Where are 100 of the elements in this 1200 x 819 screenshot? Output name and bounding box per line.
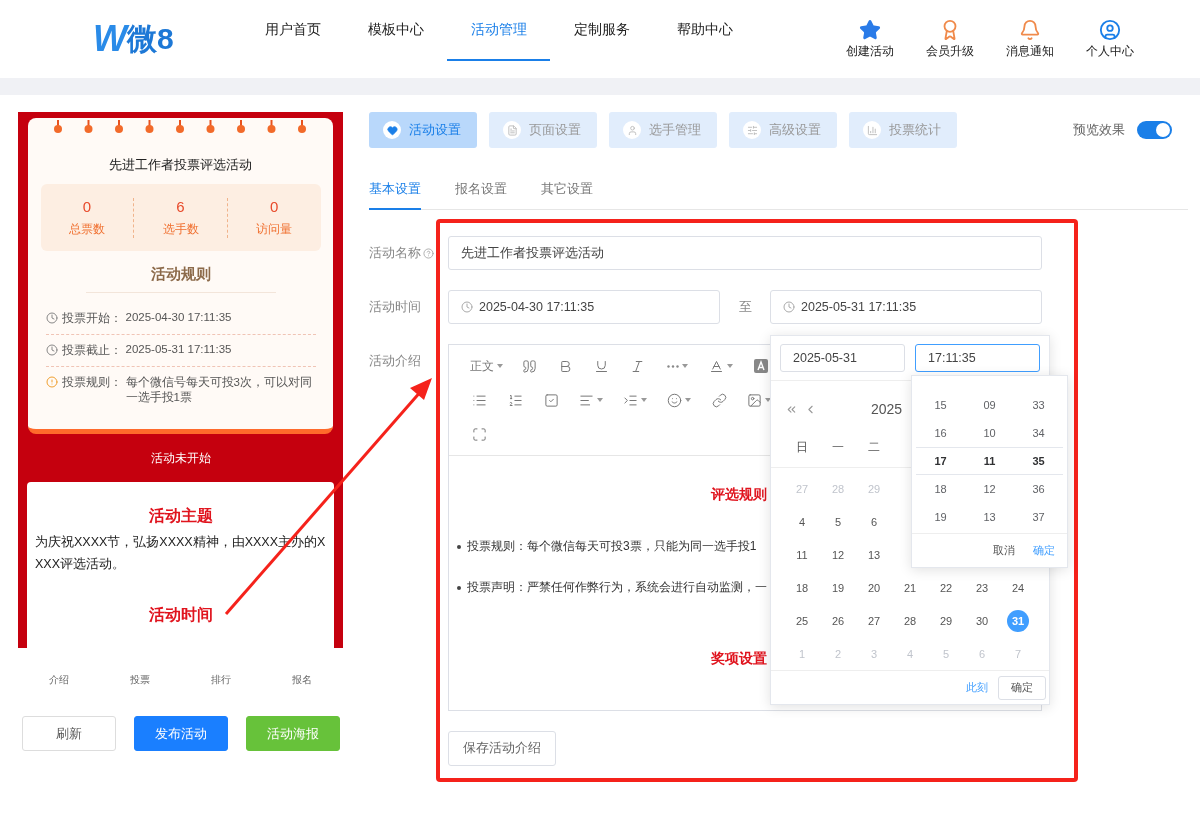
calendar-day[interactable]: 26	[827, 609, 849, 632]
nav-item[interactable]: 活动管理	[447, 0, 550, 61]
sliders-icon	[746, 124, 758, 136]
calendar-day[interactable]: 23	[971, 576, 993, 599]
link-icon	[711, 392, 727, 408]
save-button[interactable]: 保存活动介绍	[448, 731, 556, 766]
activity-status: 活动未开始	[150, 449, 211, 467]
calendar-day[interactable]: 5	[827, 510, 849, 533]
help-icon[interactable]	[423, 247, 434, 259]
calendar-day[interactable]: 11	[791, 543, 813, 566]
time-option[interactable]: 16	[916, 419, 965, 447]
phone-nav-item[interactable]: 排行	[180, 673, 262, 687]
range-separator: 至	[737, 299, 753, 316]
sub-tab[interactable]: 报名设置	[455, 170, 507, 210]
bullet-dot	[457, 544, 461, 549]
phone-nav-item[interactable]: 介绍	[18, 673, 100, 687]
calendar-day[interactable]: 18	[791, 576, 813, 599]
highlight-icon	[754, 359, 768, 373]
stat-label: 选手数	[162, 220, 199, 238]
nav-item[interactable]: 帮助中心	[653, 0, 756, 61]
editor-bullet: 投票声明：严禁任何作弊行为，系统会进行自动监测，一	[467, 579, 767, 596]
rule-value: 每个微信号每天可投3次，可以对同一选手投1票	[125, 375, 313, 405]
alert-icon	[45, 376, 58, 388]
time-option[interactable]: 13	[965, 503, 1014, 531]
time-option[interactable]: 17	[916, 447, 965, 475]
end-time-field[interactable]: 2025-05-31 17:11:35	[770, 290, 1042, 324]
calendar-day[interactable]: 20	[863, 576, 885, 599]
editor-heading: 评选规则	[711, 486, 767, 504]
clock-icon	[783, 301, 795, 313]
start-time-field[interactable]: 2025-04-30 17:11:35	[448, 290, 720, 324]
action-button[interactable]: 发布活动	[134, 716, 228, 751]
image-icon	[747, 392, 762, 408]
calendar-day[interactable]: 27	[863, 609, 885, 632]
content-heading: 活动主题	[148, 506, 213, 526]
checkbox-icon	[543, 392, 559, 408]
calendar-day[interactable]: 4	[791, 510, 813, 533]
calendar-day[interactable]: 24	[1007, 576, 1029, 599]
caret-icon	[727, 364, 733, 368]
calendar-day[interactable]: 19	[827, 576, 849, 599]
rule-label: 投票规则：	[61, 375, 122, 390]
time-field[interactable]: 17:11:35	[915, 344, 1040, 372]
toolbar-button[interactable]: 正文	[461, 351, 511, 381]
bullet-list-icon	[471, 392, 487, 408]
time-option[interactable]: 15	[916, 391, 965, 419]
time-option[interactable]: 12	[965, 475, 1014, 503]
weekday-label: 一	[831, 438, 845, 456]
date-field[interactable]: 2025-05-31	[780, 344, 905, 372]
caret-icon	[685, 398, 691, 402]
time-option[interactable]: 18	[916, 475, 965, 503]
caret-icon	[641, 398, 647, 402]
bell-icon	[1019, 18, 1041, 41]
action-button[interactable]: 刷新	[22, 716, 116, 751]
calendar-day[interactable]: 13	[863, 543, 885, 566]
sub-tab[interactable]: 其它设置	[541, 170, 593, 210]
header-action[interactable]: 会员升级	[920, 18, 980, 60]
time-option[interactable]: 11	[965, 447, 1014, 475]
time-option[interactable]: 35	[1014, 447, 1063, 475]
user-icon	[626, 124, 638, 136]
underline-icon	[593, 358, 609, 374]
italic-icon	[629, 358, 645, 374]
nav-item[interactable]: 用户首页	[241, 0, 344, 61]
caret-icon	[496, 364, 503, 368]
paragraph-style-label: 正文	[469, 357, 494, 375]
header-action[interactable]: 创建活动	[840, 18, 900, 60]
nav-item[interactable]: 定制服务	[550, 0, 653, 61]
sub-tab[interactable]: 基本设置	[369, 170, 421, 210]
align-icon	[579, 392, 594, 408]
emoji-icon	[667, 392, 682, 408]
stat-label: 总票数	[68, 220, 105, 238]
name-field[interactable]: 先进工作者投票评选活动	[448, 236, 1042, 270]
time-option[interactable]: 19	[916, 503, 965, 531]
calendar-day[interactable]: 28	[899, 609, 921, 632]
calendar-day[interactable]: 25	[791, 609, 813, 632]
confirm-button[interactable]: 确定	[998, 675, 1046, 700]
calendar-day[interactable]: 30	[971, 609, 993, 632]
field-label: 活动名称	[369, 244, 421, 262]
fullscreen-icon	[471, 426, 487, 442]
phone-nav-item[interactable]: 投票	[99, 673, 181, 687]
time-option[interactable]: 09	[965, 391, 1014, 419]
header-action[interactable]: 个人中心	[1080, 18, 1140, 60]
rule-value: 2025-05-31 17:11:35	[125, 343, 232, 355]
phone-nav-item[interactable]: 报名	[261, 673, 343, 687]
nav-item[interactable]: 模板中心	[344, 0, 447, 61]
font-color-icon	[709, 358, 724, 374]
logo[interactable]: W微8	[93, 18, 241, 60]
content-heading: 活动时间	[148, 605, 213, 625]
preview-toggle[interactable]	[1137, 121, 1172, 139]
calendar-day[interactable]: 12	[827, 543, 849, 566]
stat-value: 0	[82, 197, 91, 215]
calendar-day[interactable]: 21	[899, 576, 921, 599]
cancel-link[interactable]: 取消	[993, 543, 1015, 558]
time-option[interactable]: 10	[965, 419, 1014, 447]
stat-value: 6	[176, 197, 185, 215]
calendar-day[interactable]: 6	[863, 510, 885, 533]
heart-icon	[386, 124, 398, 136]
header-action[interactable]: 消息通知	[1000, 18, 1060, 60]
calendar-day[interactable]: 29	[935, 609, 957, 632]
indent-icon	[623, 392, 638, 408]
caret-icon	[681, 364, 688, 368]
calendar-day[interactable]: 22	[935, 576, 957, 599]
